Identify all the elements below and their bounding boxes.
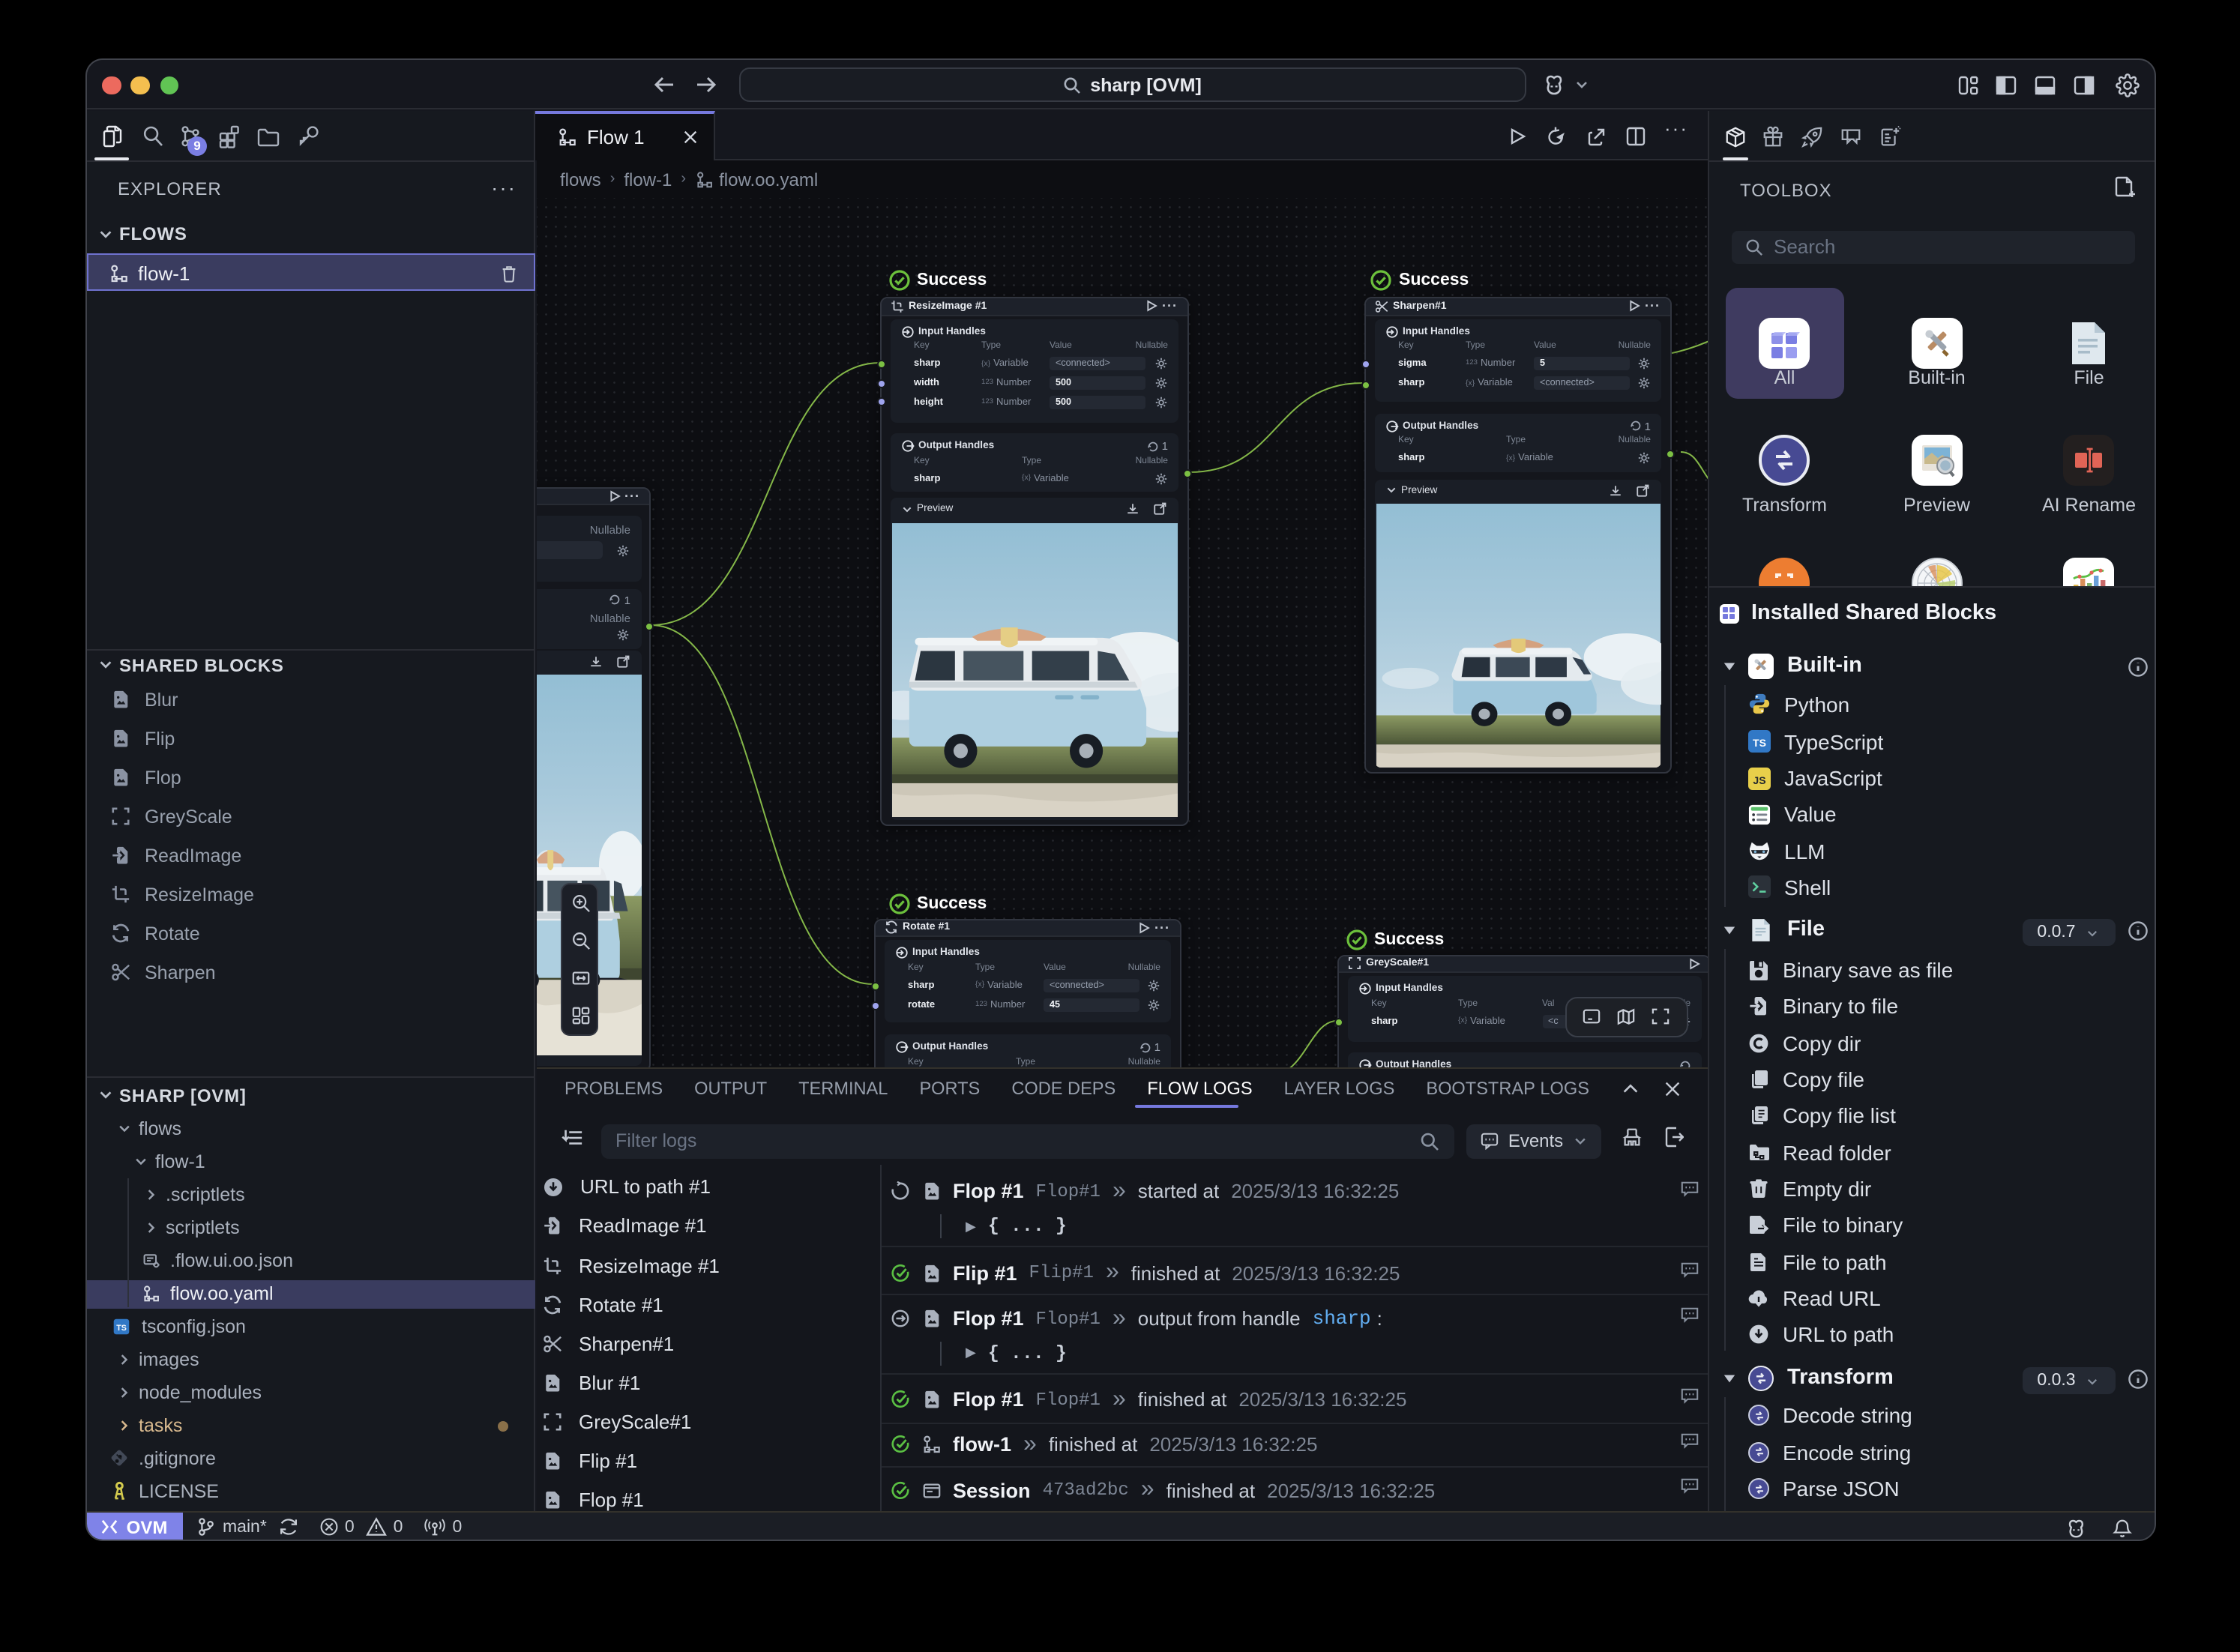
svg-text:JS: JS [1753,774,1765,786]
svg-text:TS: TS [1753,737,1766,749]
svg-text:TS: TS [115,1323,126,1332]
